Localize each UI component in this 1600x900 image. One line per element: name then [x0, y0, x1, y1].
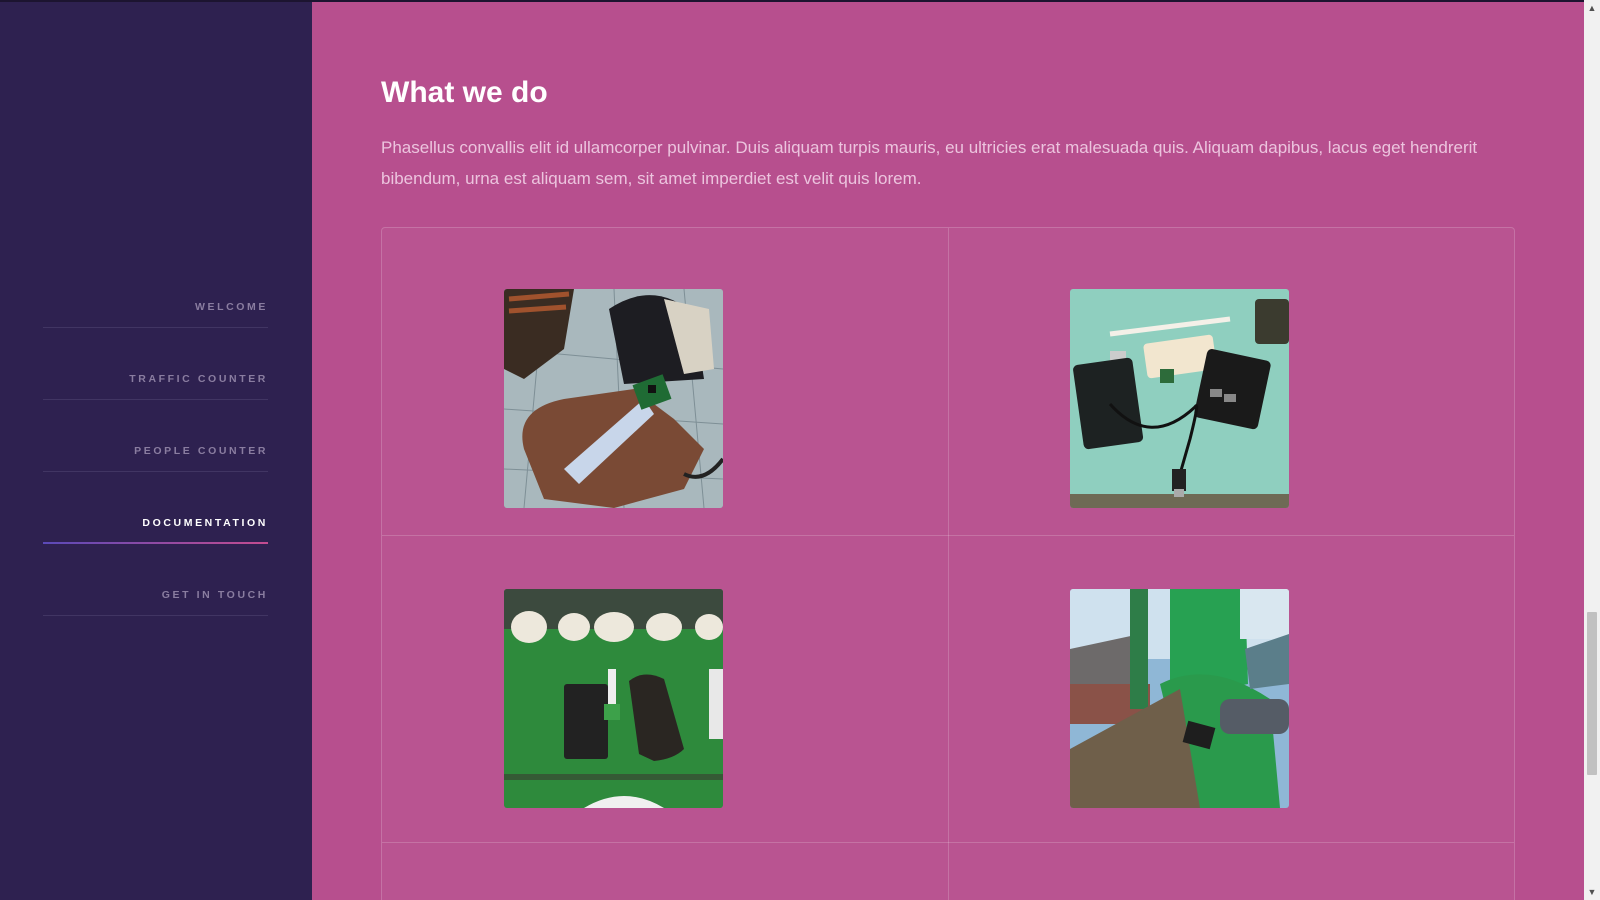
gallery-cell: [382, 535, 948, 842]
nav-item-label: GET IN TOUCH: [161, 589, 268, 601]
sidebar-nav: WELCOME TRAFFIC COUNTER PEOPLE COUNTER D…: [43, 290, 268, 650]
page-scrollbar[interactable]: ▲ ▼: [1584, 0, 1600, 900]
nav-item-label: PEOPLE COUNTER: [134, 445, 268, 457]
nav-item-get-in-touch[interactable]: GET IN TOUCH: [43, 578, 268, 650]
gallery-photo-camera-module[interactable]: [504, 289, 723, 508]
gallery-photo-hardware-kit[interactable]: [1070, 289, 1289, 508]
gallery-photo-field-install[interactable]: [1070, 589, 1289, 808]
sidebar: WELCOME TRAFFIC COUNTER PEOPLE COUNTER D…: [0, 0, 312, 900]
chevron-up-icon[interactable]: ▲: [1584, 0, 1600, 16]
nav-item-active-underline: [43, 542, 268, 544]
grid-divider-horizontal: [382, 842, 1514, 843]
section-description: Phasellus convallis elit id ullamcorper …: [381, 138, 1478, 188]
section-title: What we do: [381, 76, 548, 109]
nav-item-divider: [43, 615, 268, 616]
gallery-cell: [948, 535, 1514, 842]
nav-item-divider: [43, 327, 268, 328]
nav-item-label: TRAFFIC COUNTER: [129, 373, 268, 385]
nav-item-documentation[interactable]: DOCUMENTATION: [43, 506, 268, 578]
scrollbar-thumb[interactable]: [1587, 612, 1597, 775]
gallery-cell: [382, 228, 948, 535]
chevron-down-icon[interactable]: ▼: [1584, 884, 1600, 900]
nav-item-traffic-counter[interactable]: TRAFFIC COUNTER: [43, 362, 268, 434]
nav-item-label: DOCUMENTATION: [142, 517, 268, 529]
gallery-grid: [381, 227, 1515, 900]
main-content: What we do Phasellus convallis elit id u…: [312, 0, 1584, 900]
nav-item-welcome[interactable]: WELCOME: [43, 290, 268, 362]
nav-item-divider: [43, 399, 268, 400]
nav-item-people-counter[interactable]: PEOPLE COUNTER: [43, 434, 268, 506]
nav-item-divider: [43, 471, 268, 472]
nav-item-label: WELCOME: [194, 301, 268, 313]
gallery-cell: [948, 228, 1514, 535]
top-border: [0, 0, 1584, 2]
gallery-photo-device-setup[interactable]: [504, 589, 723, 808]
